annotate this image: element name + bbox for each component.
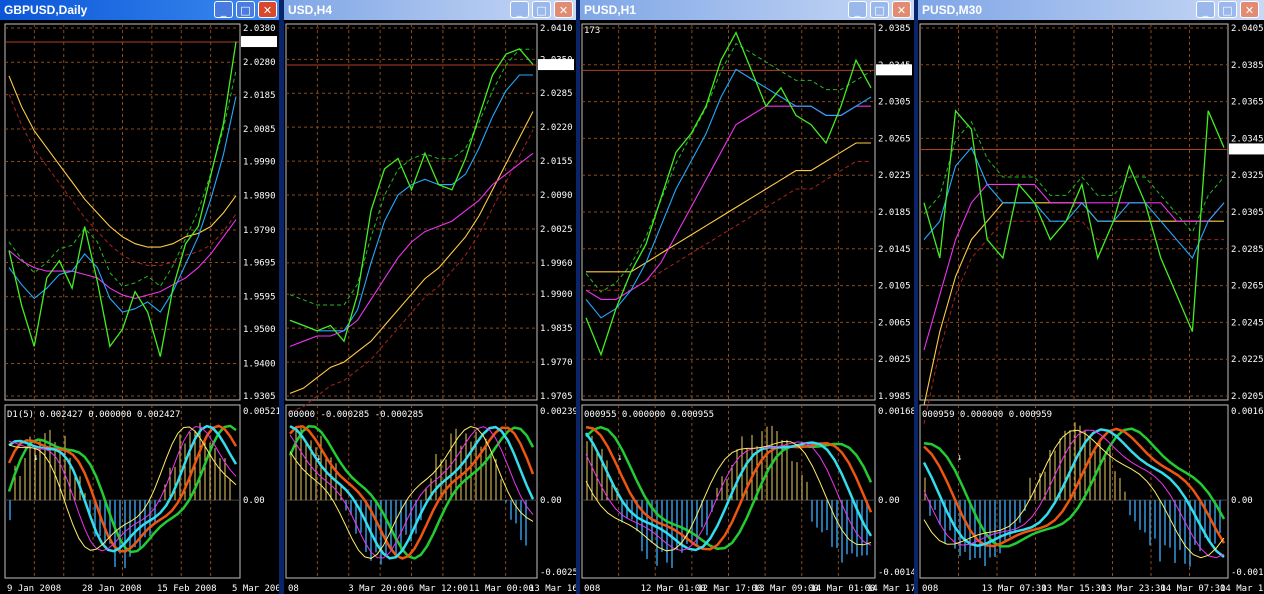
price-tick-label: 2.0280 xyxy=(243,58,276,68)
current-price-label: 2.0339 xyxy=(243,38,276,48)
price-tick-label: 2.0410 xyxy=(540,24,573,34)
price-tick-label: 2.0220 xyxy=(540,123,573,133)
price-tick-label: 2.0365 xyxy=(1231,98,1264,108)
envelope-lower-line xyxy=(8,94,237,266)
indicator-tick-label: 0.00239 xyxy=(540,407,578,417)
indicator-label: 000955 0.000000 0.000955 xyxy=(584,410,714,420)
time-axis-label: 15 Feb 2008 xyxy=(157,584,217,594)
current-price-label: 2.0339 xyxy=(1231,145,1264,155)
indicator-label: 000959 0.000000 0.000959 xyxy=(922,410,1052,420)
price-tick-label: 1.9695 xyxy=(243,258,276,268)
indicator-label: D1(5) 0.002427 0.000000 0.002427 xyxy=(7,410,180,420)
time-axis-label: 12 Mar 17:00 xyxy=(697,584,762,594)
price-tick-label: 2.0185 xyxy=(878,208,911,218)
chart-window-h4[interactable]: USD,H4 _ □ ✕ 2.04102.03502.02852.02202.0… xyxy=(284,0,578,594)
time-axis-label: 13 Mar 23:30 xyxy=(1101,584,1166,594)
price-tick-label: 2.0380 xyxy=(243,24,276,34)
chart-window-h1[interactable]: PUSD,H1 _ □ ✕ 2.03852.03452.03052.02652.… xyxy=(580,0,916,594)
price-tick-label: 1.9835 xyxy=(540,324,573,334)
indicator-tick-label: -0.00143 xyxy=(878,568,916,578)
indicator-label: 00000 -0.000285 -0.000285 xyxy=(288,410,423,420)
price-tick-label: 2.0305 xyxy=(1231,208,1264,218)
chart-area[interactable]: 2.0405 2.0385 2.0365 2.0345 2.0325 2.0305 2.02… xyxy=(918,0,1264,594)
price-tick-label: 1.9985 xyxy=(878,392,911,402)
current-price-label: 2.0339 xyxy=(540,61,573,71)
divergence-arrow-icon: ↓ xyxy=(617,453,622,463)
time-axis-label: 13 Mar 09:00 xyxy=(754,584,819,594)
price-tick-label: 1.9990 xyxy=(243,158,276,168)
price-tick-label: 2.0085 xyxy=(243,125,276,135)
price-tick-label: 1.9770 xyxy=(540,358,573,368)
price-tick-label: 2.0385 xyxy=(1231,61,1264,71)
price-tick-label: 2.0025 xyxy=(540,225,573,235)
divergence-arrow-icon: ↓ xyxy=(33,453,38,463)
price-tick-label: 1.9890 xyxy=(243,192,276,202)
top-label: 173 xyxy=(584,26,600,36)
price-series-line xyxy=(289,74,533,332)
time-axis-label: 14 Mar 17:00 xyxy=(867,584,916,594)
price-tick-label: 2.0325 xyxy=(1231,171,1264,181)
price-tick-label: 2.0265 xyxy=(1231,282,1264,292)
price-tick-label: 1.9305 xyxy=(243,392,276,402)
price-tick-label: 2.0285 xyxy=(540,89,573,99)
time-axis-label: 9 Jan 2008 xyxy=(7,584,61,594)
time-axis-label: 008 xyxy=(922,584,938,594)
indicator-tick-label: 0.00521 xyxy=(243,407,281,417)
price-tick-label: 2.0065 xyxy=(878,318,911,328)
time-axis-label: 6 Mar 12:00 xyxy=(409,584,469,594)
time-axis-label: 11 Mar 00:00 xyxy=(469,584,534,594)
divergence-arrow-icon: ↓ xyxy=(316,453,321,463)
chart-area[interactable]: 2.04102.03502.02852.02202.01552.00902.00… xyxy=(284,0,578,594)
time-axis-label: 28 Jan 2008 xyxy=(82,584,142,594)
time-axis-label: 13 Mar 15:30 xyxy=(1041,584,1106,594)
chart-area[interactable]: 2.03852.03452.03052.02652.02252.01852.01… xyxy=(580,0,916,594)
indicator-tick-label: 0.00168 xyxy=(878,407,916,417)
time-axis-label: 3 Mar 20:00 xyxy=(348,584,408,594)
price-tick-label: 2.0345 xyxy=(1231,134,1264,144)
time-axis-label: 13 Mar 16:00 xyxy=(529,584,578,594)
time-axis-label: 12 Mar 01:00 xyxy=(641,584,706,594)
price-tick-label: 2.0090 xyxy=(540,191,573,201)
time-axis-label: 14 Mar 07:30 xyxy=(1160,584,1225,594)
price-tick-label: 2.0305 xyxy=(878,98,911,108)
indicator-tick-label: -0.00255 xyxy=(540,568,578,578)
price-tick-label: 2.0285 xyxy=(1231,245,1264,255)
time-axis-label: 08 xyxy=(288,584,299,594)
time-axis-label: 008 xyxy=(584,584,600,594)
indicator-tick-label: 0.00 xyxy=(878,496,900,506)
time-axis-label: 14 Mar 15:30 xyxy=(1220,584,1264,594)
price-tick-label: 2.0385 xyxy=(878,24,911,34)
price-tick-label: 2.0155 xyxy=(540,157,573,167)
indicator-tick-label: 0.00 xyxy=(243,496,265,506)
price-tick-label: 2.0225 xyxy=(1231,355,1264,365)
chart-window-m30[interactable]: PUSD,M30 _ □ ✕ 2.0405 2.0385 2.0365 2.0345 2… xyxy=(918,0,1264,594)
price-tick-label: 2.0405 xyxy=(1231,24,1264,34)
price-tick-label: 2.0185 xyxy=(243,91,276,101)
time-axis-label: 13 Mar 07:30 xyxy=(982,584,1047,594)
indicator-tick-label: 0.00161 xyxy=(1231,407,1264,417)
price-tick-label: 1.9960 xyxy=(540,259,573,269)
current-price-label: 2.0339 xyxy=(878,66,911,76)
price-tick-label: 2.0265 xyxy=(878,134,911,144)
price-tick-label: 2.0025 xyxy=(878,355,911,365)
price-tick-label: 2.0105 xyxy=(878,282,911,292)
price-tick-label: 1.9595 xyxy=(243,293,276,303)
price-tick-label: 1.9705 xyxy=(540,392,573,402)
price-tick-label: 2.0205 xyxy=(1231,392,1264,402)
indicator-tick-label: 0.00 xyxy=(1231,496,1253,506)
indicator-tick-label: 0.00 xyxy=(540,496,562,506)
divergence-arrow-icon: ↓ xyxy=(957,453,962,463)
chart-window-daily[interactable]: GBPUSD,Daily _ □ ✕ 2.0380 2.0280 2.0185 2.0… xyxy=(0,0,282,594)
price-tick-label: 1.9500 xyxy=(243,325,276,335)
price-tick-label: 2.0225 xyxy=(878,171,911,181)
price-tick-label: 1.9790 xyxy=(243,226,276,236)
price-tick-label: 2.0145 xyxy=(878,245,911,255)
time-axis-label: 5 Mar 2008 xyxy=(232,584,282,594)
indicator-tick-label: -0.00110 xyxy=(1231,568,1264,578)
price-tick-label: 2.0245 xyxy=(1231,318,1264,328)
price-tick-label: 1.9400 xyxy=(243,359,276,369)
chart-area[interactable]: 2.0380 2.0280 2.0185 2.0085 1.9990 1.9890 1.97… xyxy=(0,0,282,594)
time-axis-label: 14 Mar 01:00 xyxy=(810,584,875,594)
price-tick-label: 1.9900 xyxy=(540,290,573,300)
